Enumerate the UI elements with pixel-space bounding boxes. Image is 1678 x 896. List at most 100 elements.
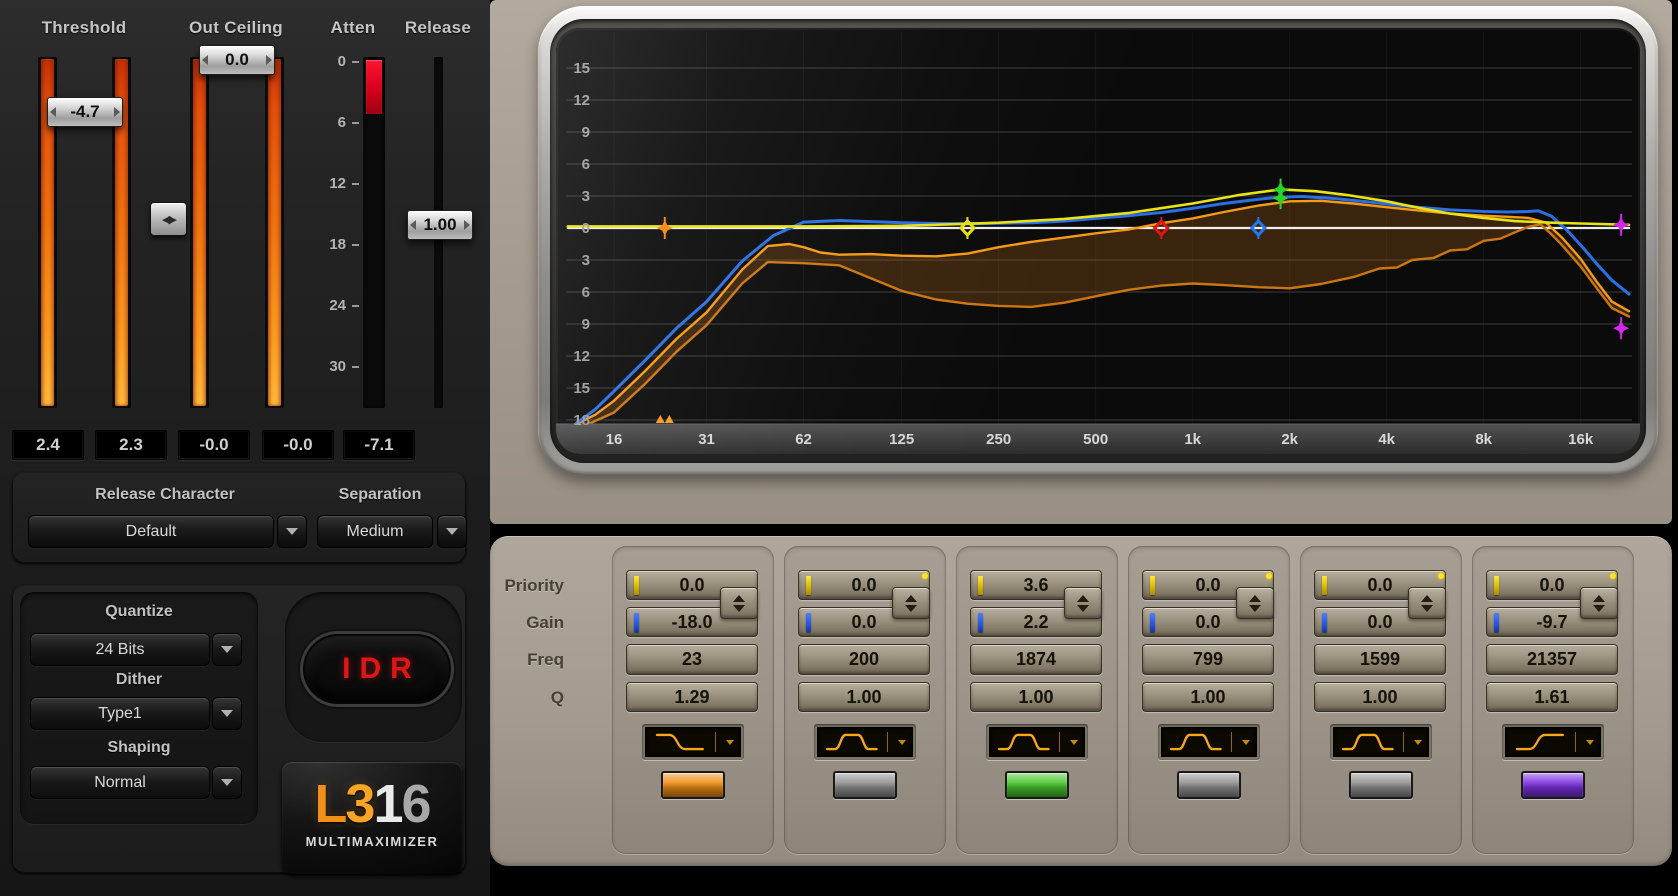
separation-value: Medium [347,523,404,541]
atten-scale-30: 30 [316,358,346,376]
eq-graph-svg[interactable]: 1631621252505001k2k4k8k16k15129630369121… [556,28,1640,454]
band-1-onoff-button[interactable] [661,771,725,799]
band-6-marker[interactable] [1613,214,1629,236]
dither-dropdown-icon[interactable] [212,697,242,730]
band-5-freq-field[interactable]: 1599 [1314,644,1446,675]
band-1-priority-value: 0.0 [679,575,704,596]
svg-text:16k: 16k [1568,431,1594,448]
release-character-dropdown-icon[interactable] [277,515,307,548]
band-4-onoff-button[interactable] [1177,771,1241,799]
band-4-priority-dot [1266,573,1272,579]
band-3-shape-select[interactable] [989,727,1085,757]
release-character-panel: Release Character Separation Default Med… [12,472,466,563]
frequency-graph[interactable]: 1631621252505001k2k4k8k16k15129630369121… [556,28,1640,454]
band-1-marker[interactable] [656,415,674,423]
band-1-shape-select[interactable] [645,727,741,757]
channel-link-button[interactable]: ◀▶ [150,202,187,236]
release-character-select[interactable]: Default [28,515,274,548]
separation-dropdown-icon[interactable] [437,515,467,548]
out-ceiling-readout-left[interactable]: -0.0 [178,430,250,460]
separation-select[interactable]: Medium [317,515,433,548]
priority-tick-icon [1150,576,1155,595]
shape-divider [1575,732,1576,752]
svg-text:12: 12 [573,92,590,109]
filter-shape-icon [990,727,1056,757]
out-ceiling-fader-left[interactable] [190,57,209,408]
dither-select[interactable]: Type1 [30,697,210,730]
shape-dropdown-icon[interactable] [726,740,734,745]
band-6-shape-select[interactable] [1505,727,1601,757]
band-4-gain-value: 0.0 [1195,612,1220,633]
idr-button[interactable]: IDR [303,634,451,704]
band-1-gain-value: -18.0 [671,612,712,633]
shape-dropdown-icon[interactable] [1414,740,1422,745]
chevron-down-icon [221,779,233,786]
shape-dropdown-icon[interactable] [1070,740,1078,745]
band-5-gain-value: 0.0 [1367,612,1392,633]
svg-text:6: 6 [582,156,590,173]
out-ceiling-fader-right[interactable] [265,57,284,408]
release-handle[interactable]: 1.00 [407,210,473,240]
release-label: Release [399,18,477,38]
band-6-priority-value: 0.0 [1539,575,1564,596]
band-4-shape-select[interactable] [1161,727,1257,757]
svg-text:250: 250 [986,431,1011,448]
band-3-q-field[interactable]: 1.00 [970,682,1102,712]
plugin-logo: L316 MULTIMAXIMIZER [282,762,462,874]
atten-scale-24: 24 [316,297,346,315]
stepper-up-icon [1077,595,1089,602]
band-6-stepper[interactable] [1580,587,1618,619]
band-3-freq-field[interactable]: 1874 [970,644,1102,675]
shape-dropdown-icon[interactable] [1242,740,1250,745]
band-2-onoff-button[interactable] [833,771,897,799]
svg-text:1k: 1k [1184,431,1201,448]
band-6-marker[interactable] [1613,317,1629,339]
freq-row-label: Freq [486,650,564,670]
shape-dropdown-icon[interactable] [898,740,906,745]
band-5-shape-select[interactable] [1333,727,1429,757]
band-1-q-field[interactable]: 1.29 [626,682,758,712]
chevron-down-icon [286,528,298,535]
band-2-shape-select[interactable] [817,727,913,757]
shaping-select[interactable]: Normal [30,766,210,799]
shaping-dropdown-icon[interactable] [212,766,242,799]
band-6-q-field[interactable]: 1.61 [1486,682,1618,712]
band-3-stepper[interactable] [1064,587,1102,619]
band-2-priority-value: 0.0 [851,575,876,596]
quantize-select[interactable]: 24 Bits [30,633,210,666]
band-6-freq-field[interactable]: 21357 [1486,644,1618,675]
gain-tick-icon [1150,613,1155,632]
shape-dropdown-icon[interactable] [1586,740,1594,745]
threshold-label: Threshold [24,18,144,38]
band-column-5: 0.00.015991.00 [1300,546,1462,854]
threshold-readout-right[interactable]: 2.3 [95,430,167,460]
threshold-handle[interactable]: -4.7 [47,97,123,127]
release-value: 1.00 [423,215,456,235]
band-2-q-field[interactable]: 1.00 [798,682,930,712]
band-4-freq-field[interactable]: 799 [1142,644,1274,675]
out-ceiling-level-bar [268,59,281,406]
band-2-stepper[interactable] [892,587,930,619]
band-5-q-field[interactable]: 1.00 [1314,682,1446,712]
shape-divider [1403,732,1404,752]
band-5-onoff-button[interactable] [1349,771,1413,799]
stepper-down-icon [1593,605,1605,612]
band-4-q-field[interactable]: 1.00 [1142,682,1274,712]
band-1-stepper[interactable] [720,587,758,619]
band-2-freq-field[interactable]: 200 [798,644,930,675]
band-1-freq-field[interactable]: 23 [626,644,758,675]
threshold-readout-left[interactable]: 2.4 [12,430,84,460]
band-6-onoff-button[interactable] [1521,771,1585,799]
svg-text:31: 31 [698,431,715,448]
priority-tick-icon [634,576,639,595]
out-ceiling-handle[interactable]: 0.0 [199,45,275,75]
atten-readout: -7.1 [343,430,415,460]
priority-tick-icon [978,576,983,595]
quantize-dropdown-icon[interactable] [212,633,242,666]
band-3-onoff-button[interactable] [1005,771,1069,799]
band-3-priority-value: 3.6 [1023,575,1048,596]
band-5-stepper[interactable] [1408,587,1446,619]
out-ceiling-readout-right[interactable]: -0.0 [262,430,334,460]
band-1-marker[interactable] [657,217,673,239]
band-4-stepper[interactable] [1236,587,1274,619]
